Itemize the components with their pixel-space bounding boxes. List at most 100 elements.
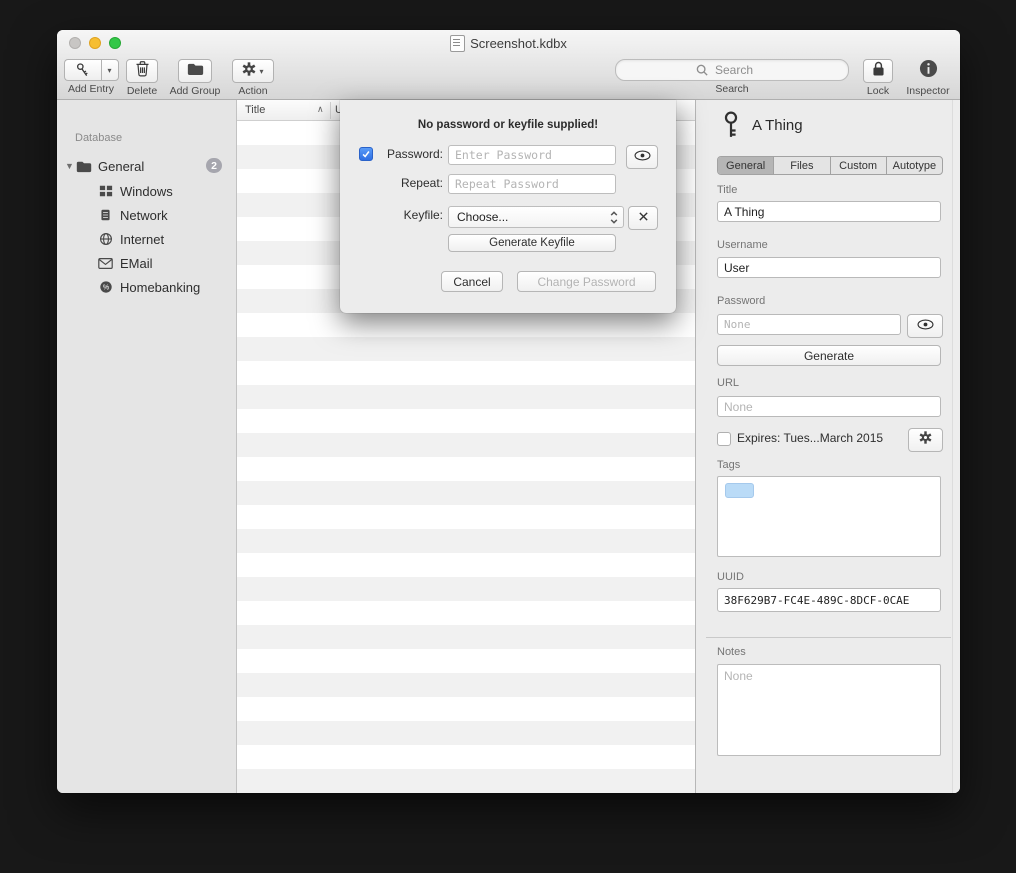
password-checkbox[interactable] [359, 147, 373, 161]
column-divider[interactable] [330, 102, 331, 119]
tab-autotype[interactable]: Autotype [886, 157, 942, 174]
chevron-down-icon[interactable]: ▾ [101, 59, 119, 81]
username-field-label: Username [717, 239, 768, 251]
uuid-label: UUID [717, 571, 744, 583]
sidebar-item-label: Homebanking [120, 280, 200, 295]
title-field[interactable] [717, 201, 941, 222]
titlebar[interactable]: Screenshot.kdbx [57, 30, 960, 56]
url-field-label: URL [717, 377, 739, 389]
sidebar-section-header: Database [75, 132, 122, 144]
window-title-wrap: Screenshot.kdbx [57, 30, 960, 56]
email-icon [97, 255, 114, 272]
password-field-label: Password [717, 295, 765, 307]
keyfile-dropdown[interactable]: Choose... [448, 206, 624, 228]
inspector-label: Inspector [906, 85, 949, 97]
network-icon [97, 207, 114, 224]
column-header-title[interactable]: Title [245, 104, 265, 116]
desktop-background: Screenshot.kdbx ▾ Add Entry [0, 0, 1016, 873]
password-input[interactable] [448, 145, 616, 165]
trash-icon [135, 60, 150, 82]
delete-label: Delete [127, 85, 157, 97]
action-toolbar-item: ▾ Action [231, 59, 275, 97]
tab-general[interactable]: General [718, 157, 773, 174]
key-icon [64, 59, 101, 81]
lock-label: Lock [867, 85, 889, 97]
generate-keyfile-button[interactable]: Generate Keyfile [448, 234, 616, 252]
action-label: Action [238, 85, 267, 97]
group-count-badge: 2 [206, 158, 222, 173]
inspector-button[interactable] [919, 59, 938, 83]
expires-label: Expires: Tues...March 2015 [737, 431, 883, 445]
gear-icon [242, 62, 256, 81]
sidebar-item-label: EMail [120, 256, 153, 271]
uuid-field[interactable] [717, 588, 941, 612]
title-field-label: Title [717, 184, 737, 196]
reveal-password-button[interactable] [907, 314, 943, 338]
clear-keyfile-button[interactable] [628, 206, 658, 230]
change-password-button[interactable]: Change Password [517, 271, 656, 292]
clear-icon [638, 209, 649, 227]
search-toolbar-item: Search [616, 59, 848, 95]
sheet-message: No password or keyfile supplied! [340, 119, 676, 131]
inspector-tabs: General Files Custom Autotype [717, 156, 943, 175]
password-field[interactable] [717, 314, 901, 335]
key-icon [720, 110, 742, 145]
cancel-button[interactable]: Cancel [441, 271, 503, 292]
windows-icon [97, 183, 114, 200]
folder-icon [187, 62, 204, 81]
generate-password-button[interactable]: Generate [717, 345, 941, 366]
homebanking-icon: % [97, 279, 114, 296]
tags-label: Tags [717, 459, 740, 471]
change-password-sheet: No password or keyfile supplied! Passwor… [340, 100, 676, 313]
keyfile-selected-value: Choose... [457, 210, 508, 224]
tags-box[interactable] [717, 476, 941, 557]
disclosure-triangle-icon[interactable]: ▼ [65, 161, 75, 171]
sidebar: Database ▼ General 2 [57, 100, 237, 793]
action-button[interactable]: ▾ [232, 59, 274, 83]
inspector-scrollbar[interactable] [952, 100, 960, 793]
add-entry-label: Add Entry [68, 83, 114, 95]
add-entry-button[interactable]: ▾ [64, 59, 119, 81]
repeat-input[interactable] [448, 174, 616, 194]
notes-field[interactable] [717, 664, 941, 756]
username-field[interactable] [717, 257, 941, 278]
sort-indicator-icon: ∧ [317, 104, 324, 115]
sidebar-item-general[interactable]: ▼ General 2 [57, 154, 236, 178]
notes-label: Notes [717, 646, 746, 658]
inspector-toolbar-item: Inspector [903, 59, 953, 97]
content-area: Database ▼ General 2 [57, 100, 960, 793]
expires-checkbox[interactable] [717, 432, 731, 446]
tab-custom[interactable]: Custom [830, 157, 886, 174]
tag-pill[interactable] [725, 483, 754, 498]
chevron-down-icon: ▾ [259, 67, 263, 76]
search-field[interactable] [615, 59, 849, 81]
add-group-label: Add Group [170, 85, 221, 97]
eye-icon [917, 317, 934, 335]
lock-toolbar-item: Lock [862, 59, 894, 97]
inspector-panel: A Thing General Files Custom Autotype Ti… [695, 100, 960, 793]
sidebar-item-label: Windows [120, 184, 173, 199]
delete-toolbar-item: Delete [124, 59, 160, 97]
lock-icon [872, 61, 885, 82]
add-group-button[interactable] [178, 59, 212, 83]
sidebar-item-label: Internet [120, 232, 164, 247]
search-input[interactable] [622, 60, 846, 80]
section-divider [706, 637, 951, 638]
stepper-icon [609, 209, 619, 229]
add-group-toolbar-item: Add Group [165, 59, 225, 97]
gear-icon [919, 431, 932, 449]
expires-settings-button[interactable] [908, 428, 943, 452]
entry-title: A Thing [752, 117, 803, 134]
tab-files[interactable]: Files [773, 157, 829, 174]
reveal-password-button[interactable] [626, 145, 658, 169]
lock-button[interactable] [863, 59, 893, 83]
repeat-label: Repeat: [378, 176, 443, 190]
window-chrome: Screenshot.kdbx ▾ Add Entry [57, 30, 960, 100]
svg-text:%: % [102, 285, 108, 292]
sidebar-item-label: Network [120, 208, 168, 223]
add-entry-toolbar-item: ▾ Add Entry [63, 59, 119, 95]
internet-icon [97, 231, 114, 248]
delete-button[interactable] [126, 59, 158, 83]
password-label: Password: [378, 147, 443, 161]
url-field[interactable] [717, 396, 941, 417]
